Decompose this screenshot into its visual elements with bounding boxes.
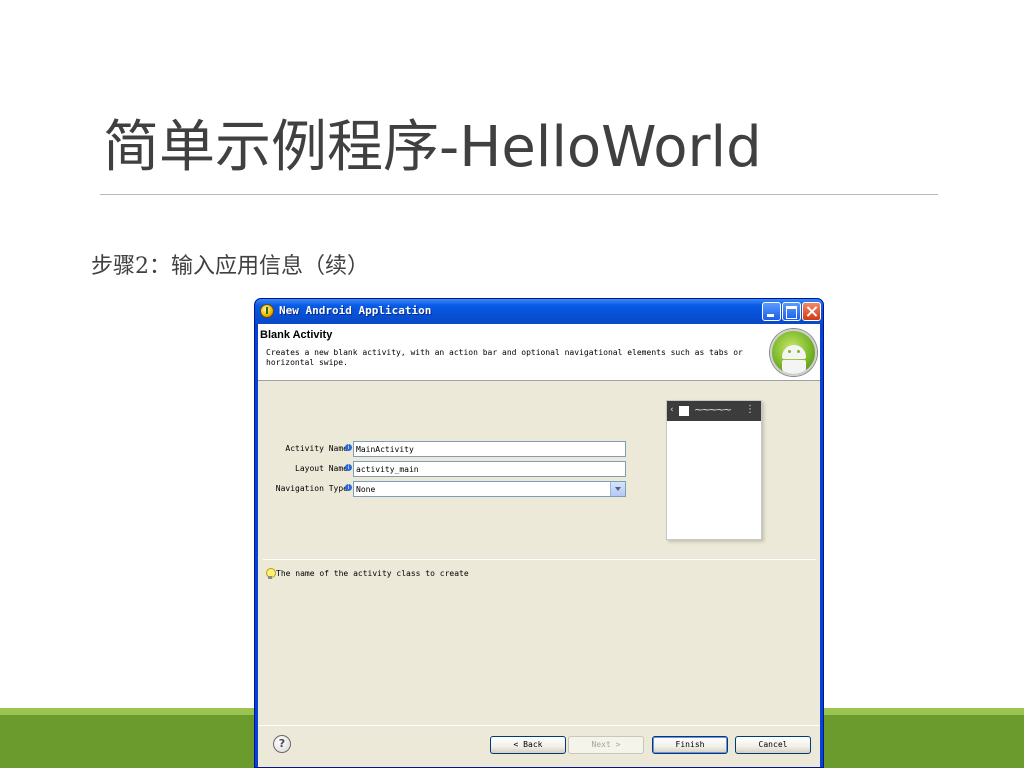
wizard-page-description: Creates a new blank activity, with an ac… bbox=[266, 348, 743, 367]
dialog-client-area: Blank Activity Creates a new blank activ… bbox=[258, 324, 820, 767]
window-title: New Android Application bbox=[279, 304, 432, 317]
overflow-menu-icon: ⋮ bbox=[745, 404, 755, 415]
slide-title: 简单示例程序-HelloWorld bbox=[103, 115, 762, 180]
wizard-page-title: Blank Activity bbox=[260, 329, 333, 341]
window-titlebar[interactable]: New Android Application bbox=[255, 299, 823, 324]
activity-name-field[interactable]: MainActivity bbox=[353, 441, 626, 457]
android-body bbox=[782, 360, 806, 374]
info-icon: i bbox=[345, 444, 352, 451]
slide-subtitle: 步骤2：输入应用信息（续） bbox=[91, 254, 369, 279]
navigation-type-select[interactable]: None bbox=[353, 481, 626, 497]
preview-action-bar: ‹ ~~~~~ ⋮ bbox=[667, 401, 761, 421]
chevron-down-icon[interactable] bbox=[610, 482, 625, 496]
finish-button[interactable]: Finish bbox=[652, 736, 728, 754]
layout-preview: ‹ ~~~~~ ⋮ bbox=[666, 400, 762, 540]
navigation-type-value: None bbox=[356, 485, 376, 494]
button-bar-divider bbox=[258, 725, 820, 726]
app-icon bbox=[260, 304, 274, 318]
layout-name-field[interactable]: activity_main bbox=[353, 461, 626, 477]
back-button[interactable]: < Back bbox=[490, 736, 566, 754]
hint-message: The name of the activity class to create bbox=[276, 569, 469, 578]
help-icon[interactable]: ? bbox=[273, 735, 291, 753]
info-icon: i bbox=[345, 464, 352, 471]
info-icon: i bbox=[345, 484, 352, 491]
app-icon-placeholder bbox=[679, 406, 689, 416]
chevron-left-icon: ‹ bbox=[670, 405, 674, 415]
minimize-icon[interactable] bbox=[762, 302, 781, 321]
next-button[interactable]: Next > bbox=[568, 736, 644, 754]
maximize-icon[interactable] bbox=[782, 302, 801, 321]
android-logo-icon bbox=[770, 329, 817, 376]
cancel-button[interactable]: Cancel bbox=[735, 736, 811, 754]
lightbulb-icon bbox=[266, 568, 276, 579]
content-divider bbox=[263, 559, 816, 560]
preview-title-placeholder: ~~~~~ bbox=[694, 403, 732, 416]
title-divider bbox=[100, 194, 938, 195]
activity-name-label: Activity Name bbox=[285, 444, 348, 453]
layout-name-label: Layout Name bbox=[295, 464, 348, 473]
close-icon[interactable] bbox=[802, 302, 821, 321]
navigation-type-label: Navigation Type bbox=[275, 484, 348, 493]
wizard-header: Blank Activity Creates a new blank activ… bbox=[258, 324, 820, 381]
android-head bbox=[782, 345, 806, 359]
